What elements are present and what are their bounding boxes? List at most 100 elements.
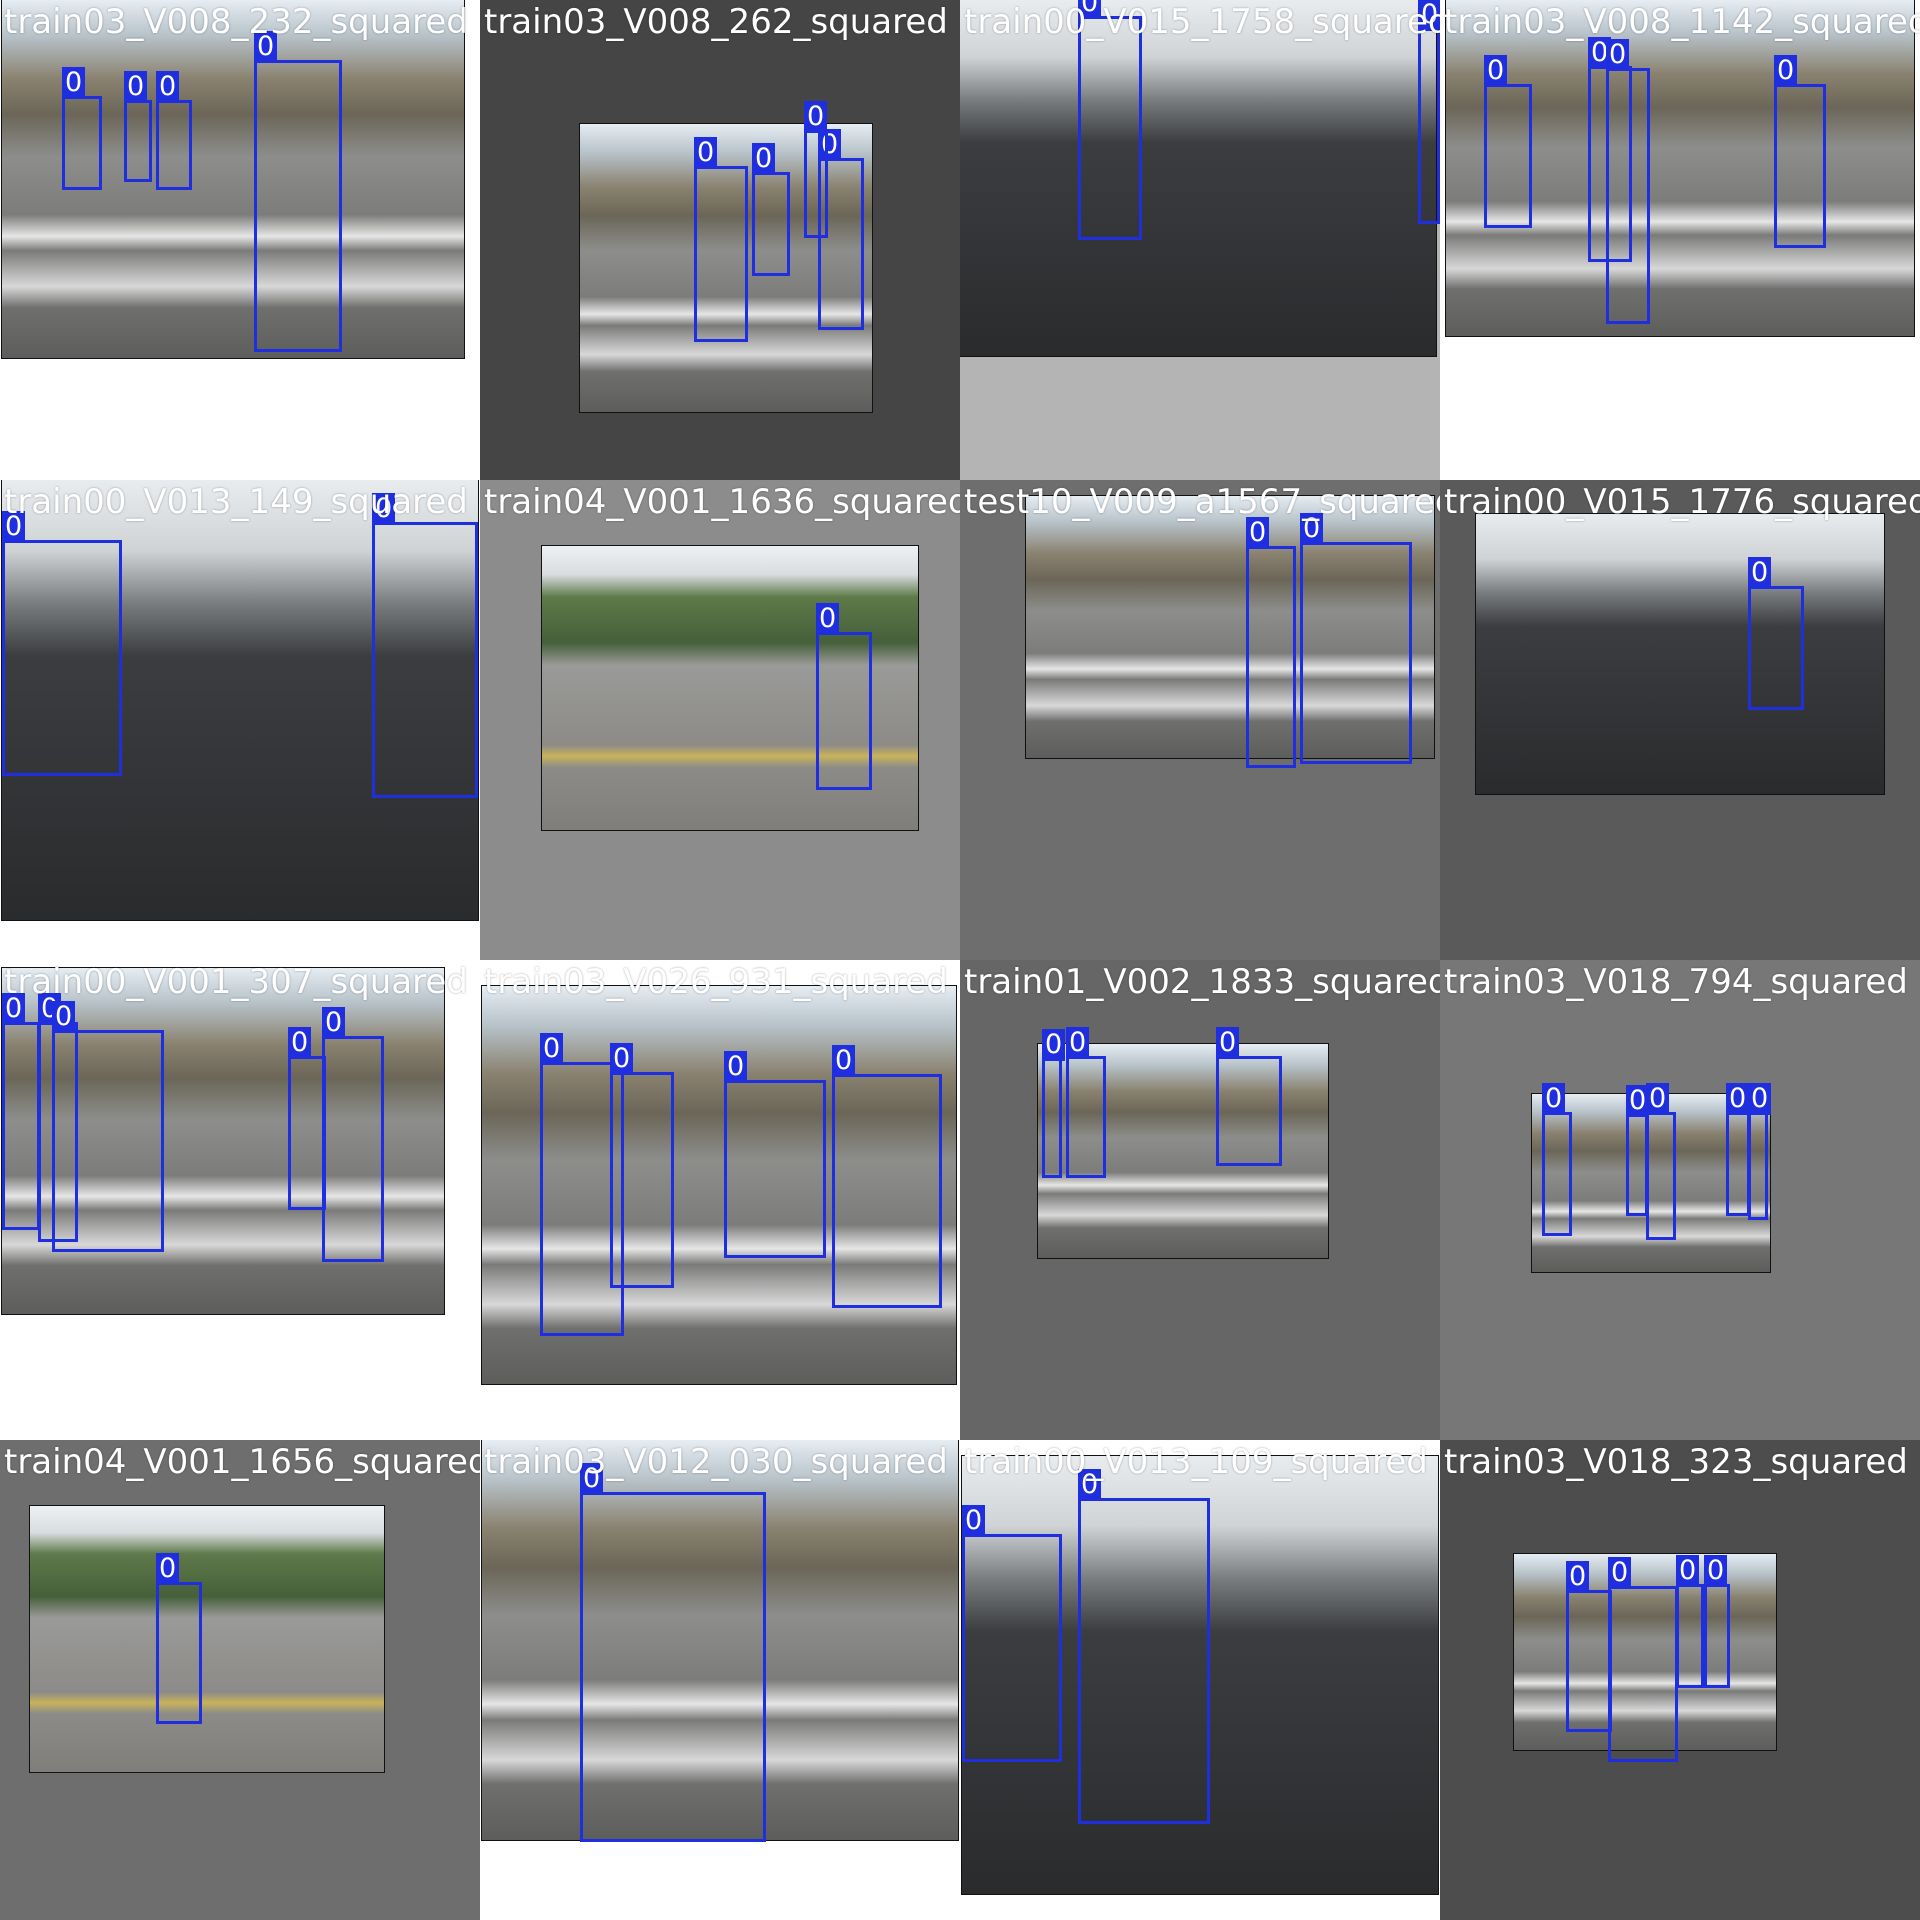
class-label: 0 xyxy=(1608,1557,1632,1589)
class-label: 0 xyxy=(156,1553,180,1585)
class-label: 0 xyxy=(724,1051,748,1083)
mosaic-tile: 0 0 0 0 train03_V026_931_squared xyxy=(480,960,960,1440)
image-filename-caption: train03_V008_262_squared xyxy=(484,2,948,42)
mosaic-tile: 0 0 0 train01_V002_1833_squared xyxy=(960,960,1440,1440)
class-label: 0 xyxy=(832,1045,856,1077)
image-filename-caption: train03_V012_030_squared xyxy=(484,1442,948,1482)
mosaic-tile: 0 train00_V015_1776_squared xyxy=(1440,480,1920,960)
pedestrian-bbox: 0 xyxy=(1606,39,1650,324)
street-photo xyxy=(960,0,1437,357)
pedestrian-bbox: 0 xyxy=(1484,55,1532,228)
class-label: 0 xyxy=(1726,1083,1750,1115)
pedestrian-bbox: 0 xyxy=(62,67,102,190)
pedestrian-bbox: 0 xyxy=(288,1027,326,1210)
class-label: 0 xyxy=(1748,557,1772,589)
pedestrian-bbox: 0 xyxy=(694,137,748,342)
class-label: 0 xyxy=(1748,1083,1772,1115)
mosaic-tile: 0 0 0 0 0 train00_V001_307_squared xyxy=(0,960,480,1440)
mosaic-tile: 0 0 train00_V013_109_squared xyxy=(960,1440,1440,1920)
pedestrian-bbox: 0 xyxy=(156,1553,202,1724)
mosaic-tile: 0 0 test10_V009_a1567_squared xyxy=(960,480,1440,960)
class-label: 0 xyxy=(1566,1561,1590,1593)
pedestrian-bbox: 0 xyxy=(610,1043,674,1288)
class-label: 0 xyxy=(156,71,180,103)
image-filename-caption: train00_V015_1776_squared xyxy=(1444,482,1920,522)
pedestrian-bbox: 0 xyxy=(52,1001,164,1252)
mosaic-tile: 0 0 0 0 0 train03_V018_794_squared xyxy=(1440,960,1920,1440)
image-filename-caption: test10_V009_a1567_squared xyxy=(964,482,1440,522)
street-photo xyxy=(29,1505,385,1773)
class-label: 0 xyxy=(62,67,86,99)
mosaic-tile: 0 0 0 0 train03_V008_1142_squared xyxy=(1440,0,1920,480)
pedestrian-bbox: 0 xyxy=(1704,1555,1730,1688)
pedestrian-bbox: 0 xyxy=(1542,1083,1572,1236)
class-label: 0 xyxy=(1676,1555,1700,1587)
class-label: 0 xyxy=(1216,1027,1240,1059)
pedestrian-bbox: 0 xyxy=(1748,557,1804,710)
image-filename-caption: train03_V008_1142_squared xyxy=(1444,2,1920,42)
class-label: 0 xyxy=(1704,1555,1728,1587)
class-label: 0 xyxy=(816,603,840,635)
pedestrian-bbox: 0 xyxy=(1748,1083,1772,1220)
class-label: 0 xyxy=(1646,1083,1670,1115)
mosaic-tile: 0 train04_V001_1636_squared xyxy=(480,480,960,960)
pedestrian-bbox: 0 xyxy=(962,1505,1062,1762)
image-filename-caption: train03_V018_794_squared xyxy=(1444,962,1908,1002)
class-label: 0 xyxy=(962,1505,986,1537)
pedestrian-bbox: 0 xyxy=(372,493,478,798)
image-filename-caption: train01_V002_1833_squared xyxy=(964,962,1440,1002)
image-filename-caption: train00_V015_1758_squared xyxy=(964,2,1440,42)
mosaic-tile: 0 0 train00_V013_149_squared xyxy=(0,480,480,960)
pedestrian-bbox: 0 xyxy=(1216,1027,1282,1166)
pedestrian-bbox: 0 xyxy=(1066,1027,1106,1178)
pedestrian-bbox: 0 xyxy=(1566,1561,1612,1732)
pedestrian-bbox: 0 xyxy=(1626,1085,1650,1216)
pedestrian-bbox: 0 xyxy=(1608,1557,1678,1762)
class-label: 0 xyxy=(610,1043,634,1075)
detection-mosaic: 0 0 0 0 train03_V008_232_squared 0 0 0 0 train03_… xyxy=(0,0,1920,1920)
class-label: 0 xyxy=(804,101,828,133)
pedestrian-bbox: 0 xyxy=(1774,55,1826,248)
mosaic-tile: 0 train04_V001_1656_squared xyxy=(0,1440,480,1920)
pedestrian-bbox: 0 xyxy=(124,71,152,182)
mosaic-tile: 0 0 0 0 train03_V008_262_squared xyxy=(480,0,960,480)
mosaic-tile: 0 train03_V012_030_squared xyxy=(480,1440,960,1920)
pedestrian-bbox: 0 xyxy=(724,1051,826,1258)
pedestrian-bbox: 0 xyxy=(1418,0,1440,224)
pedestrian-bbox: 0 xyxy=(1646,1083,1676,1240)
class-label: 0 xyxy=(124,71,148,103)
class-label: 0 xyxy=(322,1007,346,1039)
class-label: 0 xyxy=(1542,1083,1566,1115)
pedestrian-bbox: 0 xyxy=(832,1045,942,1308)
pedestrian-bbox: 0 xyxy=(1676,1555,1704,1688)
class-label: 0 xyxy=(1774,55,1798,87)
class-label: 0 xyxy=(752,143,776,175)
pedestrian-bbox: 0 xyxy=(322,1007,384,1262)
image-filename-caption: train04_V001_1636_squared xyxy=(484,482,960,522)
street-photo xyxy=(1475,513,1885,795)
class-label: 0 xyxy=(694,137,718,169)
class-label: 0 xyxy=(540,1033,564,1065)
pedestrian-bbox: 0 xyxy=(752,143,790,276)
pedestrian-bbox: 0 xyxy=(1078,0,1142,240)
image-filename-caption: train00_V013_109_squared xyxy=(964,1442,1428,1482)
pedestrian-bbox: 0 xyxy=(816,603,872,790)
pedestrian-bbox: 0 xyxy=(2,993,40,1230)
class-label: 0 xyxy=(288,1027,312,1059)
pedestrian-bbox: 0 xyxy=(1078,1469,1210,1824)
mosaic-tile: 0 0 train00_V015_1758_squared xyxy=(960,0,1440,480)
image-filename-caption: train00_V013_149_squared xyxy=(4,482,468,522)
pedestrian-bbox: 0 xyxy=(804,101,828,238)
mosaic-tile: 0 0 0 0 train03_V008_232_squared xyxy=(0,0,480,480)
image-filename-caption: train03_V008_232_squared xyxy=(4,2,468,42)
pedestrian-bbox: 0 xyxy=(1246,517,1296,768)
image-filename-caption: train00_V001_307_squared xyxy=(4,962,468,1002)
class-label: 0 xyxy=(1484,55,1508,87)
image-filename-caption: train03_V018_323_squared xyxy=(1444,1442,1908,1482)
pedestrian-bbox: 0 xyxy=(1726,1083,1750,1216)
image-filename-caption: train03_V026_931_squared xyxy=(484,962,948,1002)
pedestrian-bbox: 0 xyxy=(580,1463,766,1842)
pedestrian-bbox: 0 xyxy=(2,511,122,776)
mosaic-tile: 0 0 0 0 train03_V018_323_squared xyxy=(1440,1440,1920,1920)
image-filename-caption: train04_V001_1656_squared xyxy=(4,1442,480,1482)
